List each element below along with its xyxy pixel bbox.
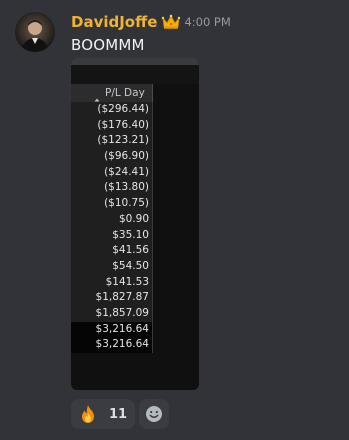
column-title: P/L Day — [105, 87, 145, 99]
add-reaction-button[interactable] — [139, 399, 169, 429]
smile-icon — [145, 405, 163, 423]
message-header: DavidJoffe 4:00 PM — [71, 11, 231, 33]
table-row: $41.56 — [112, 244, 149, 257]
table-row: $0.90 — [118, 212, 149, 225]
table-row: ($123.21) — [97, 134, 149, 147]
image-attachment[interactable]: P/L Day ($296.44) ($176.40) ($123.21) ($… — [71, 58, 199, 390]
fire-reaction[interactable]: 11 — [71, 399, 135, 429]
table-row: ($24.41) — [104, 165, 149, 178]
username[interactable]: DavidJoffe — [71, 13, 157, 31]
message-text: BOOMMM — [71, 36, 145, 54]
table-row: ($96.90) — [104, 150, 149, 163]
table-body: ($296.44) ($176.40) ($123.21) ($96.90) (… — [71, 102, 153, 353]
pl-table: P/L Day ($296.44) ($176.40) ($123.21) ($… — [71, 84, 153, 353]
total-row: $3,216.64 — [71, 321, 152, 338]
table-row: $1,827.87 — [95, 291, 149, 304]
table-row: ($176.40) — [97, 118, 149, 131]
table-row: ($10.75) — [104, 197, 149, 210]
timestamp: 4:00 PM — [184, 15, 231, 29]
total-row: $3,216.64 — [71, 337, 152, 353]
avatar[interactable] — [15, 12, 55, 52]
column-header: P/L Day — [71, 84, 153, 102]
table-row: $54.50 — [112, 259, 149, 272]
table-row: $35.10 — [112, 228, 149, 241]
table-row: ($296.44) — [97, 103, 149, 115]
reaction-count: 11 — [109, 406, 128, 422]
sort-up-icon — [93, 89, 101, 102]
chat-message: DavidJoffe 4:00 PM BOOMMM P/L Day ($296.… — [0, 0, 349, 440]
table-row: ($13.80) — [104, 181, 149, 194]
table-row: $141.53 — [105, 275, 149, 288]
table-row: $1,857.09 — [95, 306, 149, 319]
attachment-top-bar — [71, 58, 199, 65]
attachment-band — [71, 65, 199, 84]
reactions-bar: 11 — [71, 399, 169, 429]
crown-icon — [161, 14, 181, 30]
fire-icon — [79, 404, 97, 424]
